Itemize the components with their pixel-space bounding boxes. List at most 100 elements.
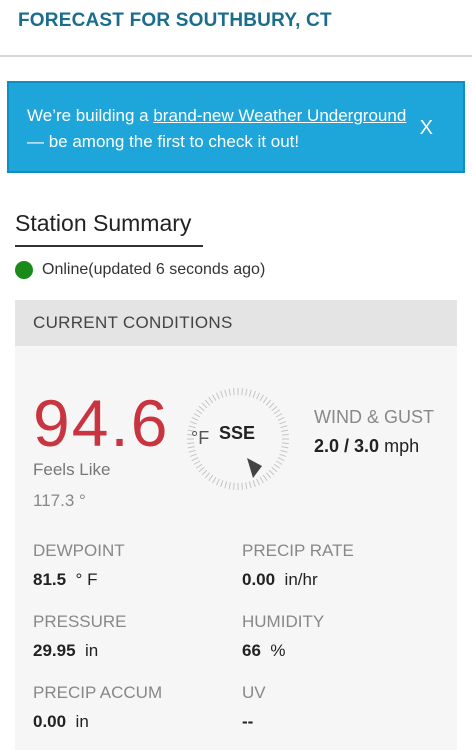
precip-accum-label: PRECIP ACCUM: [33, 683, 163, 702]
compass-tick: [201, 402, 208, 409]
precip-accum-value: 0.00 in: [33, 712, 89, 732]
compass-tick: [245, 482, 248, 490]
compass-tick: [248, 481, 252, 489]
precip-rate-label: PRECIP RATE: [242, 541, 354, 560]
compass-tick: [193, 413, 201, 418]
compass-tick: [281, 446, 289, 449]
wind-direction: SSE: [219, 423, 255, 443]
temp-unit: °F: [191, 428, 209, 448]
compass-tick: [193, 460, 201, 465]
compass-tick: [189, 421, 197, 425]
compass-tick: [208, 474, 214, 482]
compass-tick: [188, 449, 196, 453]
uv-value: --: [242, 712, 253, 732]
compass-tick: [259, 476, 264, 484]
compass-tick: [195, 409, 203, 415]
compass-tick: [224, 389, 228, 397]
compass-tick: [281, 429, 289, 432]
compass-tick: [215, 478, 220, 486]
compass-tick: [280, 425, 288, 429]
compass-tick: [220, 480, 224, 488]
banner-suffix: — be among the first to check it out!: [27, 132, 300, 151]
precip-accum-number: 0.00: [33, 712, 67, 731]
compass-tick: [241, 482, 243, 490]
compass-tick: [265, 472, 272, 479]
compass-tick: [277, 457, 285, 462]
status-text: Online(updated 6 seconds ago): [42, 261, 266, 278]
dewpoint-unit: ° F: [75, 570, 98, 589]
compass-tick: [204, 399, 211, 406]
compass-tick: [198, 405, 205, 412]
compass-tick: [268, 402, 275, 409]
feels-like-label: Feels Like: [33, 460, 111, 479]
wind-speed: 2.0: [314, 436, 340, 456]
temperature-value: 94.6: [33, 386, 170, 460]
compass-tick: [233, 388, 235, 396]
pressure-number: 29.95: [33, 641, 76, 660]
compass-tick: [271, 405, 278, 412]
banner-link[interactable]: brand-new Weather Underground: [153, 106, 406, 125]
banner-prefix: We’re building a: [27, 106, 154, 125]
forecast-title: FORECAST FOR SOUTHBURY, CT: [18, 10, 332, 31]
humidity-value: 66 %: [242, 641, 286, 661]
compass-tick: [233, 482, 235, 490]
compass-tick: [280, 449, 288, 453]
dewpoint-label: DEWPOINT: [33, 541, 125, 560]
wind-unit: mph: [384, 436, 420, 456]
compass-tick: [208, 396, 214, 404]
wind-gust-value: 2.0 / 3.0 mph: [314, 436, 419, 457]
compass-tick: [256, 392, 261, 400]
uv-label: UV: [242, 683, 266, 702]
gust-speed: 3.0: [354, 436, 380, 456]
compass-tick: [201, 469, 208, 476]
station-status: Online(updated 6 seconds ago): [15, 259, 265, 281]
feels-like-value: 117.3 °: [33, 491, 86, 510]
compass-tick: [220, 390, 224, 398]
panel-header-text: CURRENT CONDITIONS: [33, 313, 233, 332]
compass-tick: [271, 466, 278, 473]
page-header: FORECAST FOR SOUTHBURY, CT: [0, 0, 472, 57]
station-summary-title: Station Summary: [15, 210, 203, 247]
compass-tick: [281, 434, 289, 436]
pressure-value: 29.95 in: [33, 641, 98, 661]
compass-tick: [259, 394, 264, 402]
compass-tick: [277, 416, 285, 421]
compass-tick: [228, 482, 231, 490]
close-banner-button[interactable]: X: [420, 117, 433, 140]
compass-tick: [228, 388, 231, 396]
dewpoint-number: 81.5: [33, 570, 67, 589]
precip-rate-value: 0.00 in/hr: [242, 570, 318, 590]
compass-tick: [252, 480, 256, 488]
compass-tick: [262, 396, 268, 404]
compass-tick: [279, 453, 287, 457]
pressure-unit: in: [85, 641, 99, 660]
wind-separator: /: [339, 436, 355, 456]
compass-tick: [198, 466, 205, 473]
compass-tick: [273, 463, 281, 469]
compass-tick: [224, 481, 228, 489]
compass-tick: [273, 409, 281, 415]
humidity-label: HUMIDITY: [242, 612, 325, 631]
dewpoint-value: 81.5 ° F: [33, 570, 97, 590]
compass-tick: [191, 416, 199, 421]
precip-accum-unit: in: [75, 712, 89, 731]
compass-tick: [215, 392, 220, 400]
precip-rate-unit: in/hr: [284, 570, 318, 589]
compass-tick: [204, 472, 211, 479]
wind-compass: °F SSE: [187, 388, 289, 490]
compass-tick: [268, 469, 275, 476]
compass-tick: [262, 474, 268, 482]
compass-tick: [281, 442, 289, 444]
uv-number: --: [242, 712, 254, 731]
compass-tick: [212, 394, 217, 402]
wind-direction-icon: [247, 458, 262, 478]
compass-tick: [189, 453, 197, 457]
compass-tick: [245, 388, 248, 396]
wind-gust-label: WIND & GUST: [314, 407, 434, 427]
compass-tick: [279, 421, 287, 425]
compass-tick: [265, 399, 272, 406]
panel-header: CURRENT CONDITIONS: [15, 300, 457, 346]
compass-tick: [275, 460, 283, 465]
compass-tick: [191, 457, 199, 462]
banner-text: We’re building a brand-new Weather Under…: [27, 103, 417, 155]
